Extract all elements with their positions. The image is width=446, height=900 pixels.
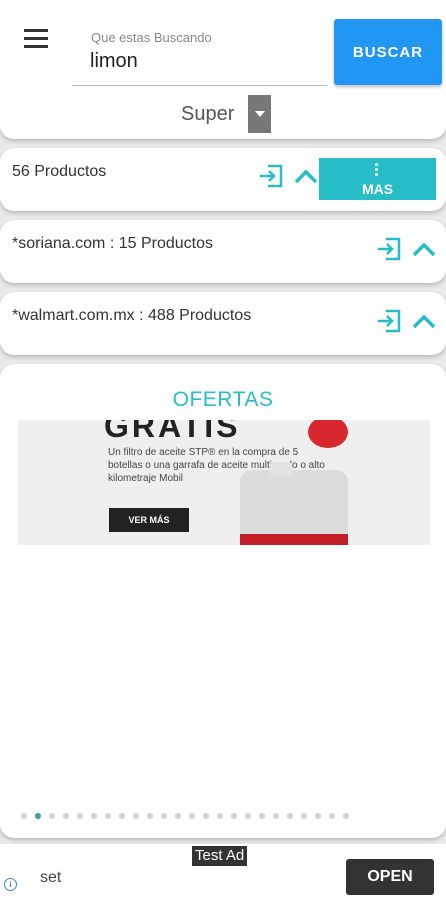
banner-heading: GRATIS: [104, 420, 241, 444]
carousel-dot[interactable]: [105, 813, 111, 819]
carousel-dot[interactable]: [203, 813, 209, 819]
chevron-up-icon[interactable]: [411, 310, 437, 332]
ofertas-section: OFERTAS GRATIS Un filtro de aceite STP® …: [0, 364, 446, 838]
ver-mas-button[interactable]: VER MÁS: [109, 508, 189, 532]
carousel-dot[interactable]: [133, 813, 139, 819]
more-button-label: MAS: [361, 181, 394, 197]
oil-bottle-label: [240, 534, 348, 545]
carousel-dot[interactable]: [175, 813, 181, 819]
carousel-dot[interactable]: [49, 813, 55, 819]
chevron-up-icon[interactable]: [293, 165, 319, 187]
store-select[interactable]: Super: [181, 103, 234, 126]
ofertas-title: OFERTAS: [172, 388, 274, 411]
search-input[interactable]: limon: [90, 50, 138, 73]
result-row: *soriana.com : 15 Productos: [0, 220, 446, 283]
carousel-dot[interactable]: [189, 813, 195, 819]
carousel-dot[interactable]: [273, 813, 279, 819]
carousel-dot[interactable]: [301, 813, 307, 819]
carousel-dot[interactable]: [77, 813, 83, 819]
open-button[interactable]: OPEN: [346, 859, 434, 895]
carousel-dot[interactable]: [63, 813, 69, 819]
result-row: *walmart.com.mx : 488 Productos: [0, 292, 446, 355]
carousel-dot[interactable]: [287, 813, 293, 819]
carousel-dot[interactable]: [35, 813, 41, 819]
enter-icon[interactable]: [257, 162, 285, 190]
carousel-dot[interactable]: [119, 813, 125, 819]
more-button[interactable]: MAS: [319, 158, 436, 200]
carousel-dot[interactable]: [315, 813, 321, 819]
ad-text: set: [40, 869, 62, 886]
carousel-dot[interactable]: [147, 813, 153, 819]
menu-icon[interactable]: [22, 27, 50, 49]
dropdown-arrow-icon[interactable]: [248, 95, 271, 133]
search-card: Que estas Buscando limon BUSCAR Super: [0, 0, 446, 139]
enter-icon[interactable]: [375, 307, 403, 335]
search-label: Que estas Buscando: [91, 30, 212, 45]
oil-bottle-cap: [270, 462, 292, 476]
carousel-dot[interactable]: [21, 813, 27, 819]
carousel-dot[interactable]: [245, 813, 251, 819]
search-input-underline: [72, 85, 327, 86]
store-result-label: *walmart.com.mx : 488 Productos: [12, 307, 252, 324]
carousel-dot[interactable]: [259, 813, 265, 819]
carousel-dot[interactable]: [231, 813, 237, 819]
test-ad-badge: Test Ad: [192, 846, 248, 866]
carousel-dot[interactable]: [343, 813, 349, 819]
result-count-label: 56 Productos: [12, 163, 107, 180]
enter-icon[interactable]: [375, 235, 403, 263]
carousel-dot[interactable]: [329, 813, 335, 819]
result-row: 56 Productos MAS: [0, 148, 446, 211]
more-vert-icon: [375, 163, 378, 178]
store-result-label: *soriana.com : 15 Productos: [12, 235, 213, 252]
info-icon[interactable]: i: [4, 878, 17, 891]
carousel-dot[interactable]: [161, 813, 167, 819]
carousel-dot[interactable]: [217, 813, 223, 819]
buscar-button[interactable]: BUSCAR: [334, 19, 442, 85]
offer-banner[interactable]: GRATIS Un filtro de aceite STP® en la co…: [18, 420, 430, 545]
ad-banner[interactable]: Test Ad i set OPEN: [0, 844, 446, 900]
carousel-indicator[interactable]: [21, 813, 349, 821]
cart-badge-icon: [308, 420, 348, 448]
chevron-up-icon[interactable]: [411, 238, 437, 260]
carousel-dot[interactable]: [91, 813, 97, 819]
